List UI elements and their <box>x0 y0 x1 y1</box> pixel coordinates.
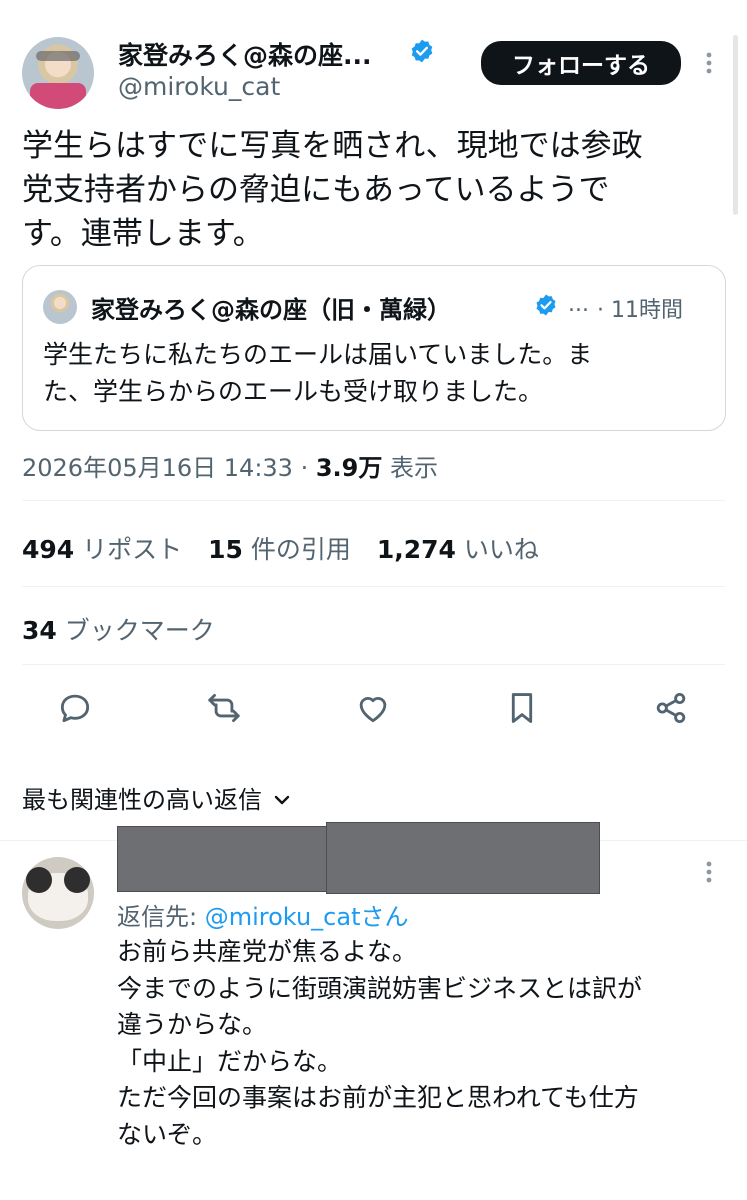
reply-to-prefix: 返信先: <box>117 903 205 931</box>
tweet-text-line: 党支持者からの脅迫にもあっているようで <box>22 172 610 208</box>
like-count: 1,274 <box>376 535 456 564</box>
bookmark-stat[interactable]: 34 ブックマーク <box>22 611 215 647</box>
scrollbar[interactable] <box>733 35 738 215</box>
verified-badge-icon <box>409 38 435 64</box>
quoted-tweet[interactable]: 家登みろく@森の座（旧・萬緑） ... · 11時間 学生たちに私たちのエールは… <box>22 265 726 431</box>
quote-label: 件の引用 <box>250 535 351 564</box>
retweet-icon[interactable] <box>202 686 246 730</box>
reply-text-line: 今までのように街頭演説妨害ビジネスとは訳が <box>117 973 643 1003</box>
quoted-text-line: 学生たちに私たちのエールは届いていました。ま <box>43 340 593 369</box>
reply-text-line: ただ今回の事案はお前が主犯と思われても仕方 <box>117 1083 639 1112</box>
author-handle[interactable]: @miroku_cat <box>118 72 280 101</box>
redaction-box <box>326 822 600 894</box>
bookmark-label: ブックマーク <box>64 616 215 645</box>
reply-author-avatar[interactable] <box>22 857 94 929</box>
repost-count: 494 <box>22 535 75 564</box>
quoted-author-avatar <box>43 290 77 324</box>
quoted-text: 学生たちに私たちのエールは届いていました。ま た、学生らからのエールも受け取りま… <box>43 336 592 410</box>
like-stat[interactable]: 1,274 いいね <box>377 535 539 564</box>
author-name[interactable]: 家登みろく@森の座... <box>118 36 372 72</box>
reply-to-handle[interactable]: @miroku_catさん <box>205 903 409 931</box>
reply-text-line: 「中止」だからな。 <box>117 1046 343 1076</box>
quoted-time: · 11時間 <box>597 298 683 323</box>
quote-stat[interactable]: 15 件の引用 <box>208 535 351 564</box>
share-icon[interactable] <box>649 686 693 730</box>
heart-icon[interactable] <box>351 686 395 730</box>
quoted-ellipsis: ... <box>568 292 589 317</box>
tweet-text-line: 学生らはすでに写真を晒され、現地では参政 <box>22 128 643 164</box>
tweet-text-line: す。連帯します。 <box>22 216 264 252</box>
divider <box>22 586 725 587</box>
reply-text-line: ないぞ。 <box>117 1119 218 1149</box>
divider <box>22 664 725 665</box>
reply-sort-label: 最も関連性の高い返信 <box>22 786 262 814</box>
tweet-text: 学生らはすでに写真を晒され、現地では参政 党支持者からの脅迫にもあっているようで… <box>22 124 727 256</box>
views-count: 3.9万 <box>315 454 383 482</box>
stats-row: 494 リポスト 15 件の引用 1,274 いいね <box>22 530 539 566</box>
bookmark-icon[interactable] <box>500 686 544 730</box>
author-avatar[interactable] <box>22 37 94 109</box>
divider <box>22 500 725 501</box>
like-label: いいね <box>463 535 539 564</box>
bookmark-count: 34 <box>22 616 57 645</box>
reply-text-line: お前ら共産党が焦るよな。 <box>117 937 418 966</box>
repost-stat[interactable]: 494 リポスト <box>22 535 182 564</box>
quoted-text-line: た、学生らからのエールも受け取りました。 <box>43 377 544 406</box>
more-options-icon[interactable] <box>699 857 719 887</box>
reply-icon[interactable] <box>53 686 97 730</box>
tweet-timestamp-row: 2026年05月16日 14:33 · 3.9万 表示 <box>22 448 438 483</box>
reply-to-line: 返信先: @miroku_catさん <box>117 897 408 932</box>
reply-text: お前ら共産党が焦るよな。 今までのように街頭演説妨害ビジネスとは訳が 違うからな… <box>117 934 732 1153</box>
reply-sort-selector[interactable]: 最も関連性の高い返信 <box>22 780 292 815</box>
follow-button[interactable]: フォローする <box>481 41 681 85</box>
tweet-timestamp[interactable]: 2026年05月16日 14:33 · <box>22 454 316 482</box>
views-label: 表示 <box>382 454 438 482</box>
redaction-box <box>117 826 334 892</box>
quote-count: 15 <box>208 535 243 564</box>
chevron-down-icon <box>272 788 292 808</box>
quoted-verified-badge-icon <box>534 293 558 317</box>
more-options-icon[interactable] <box>699 48 719 78</box>
quoted-author-name: 家登みろく@森の座（旧・萬緑） <box>91 296 451 324</box>
repost-label: リポスト <box>82 535 183 564</box>
reply-text-line: 違うからな。 <box>117 1010 268 1039</box>
